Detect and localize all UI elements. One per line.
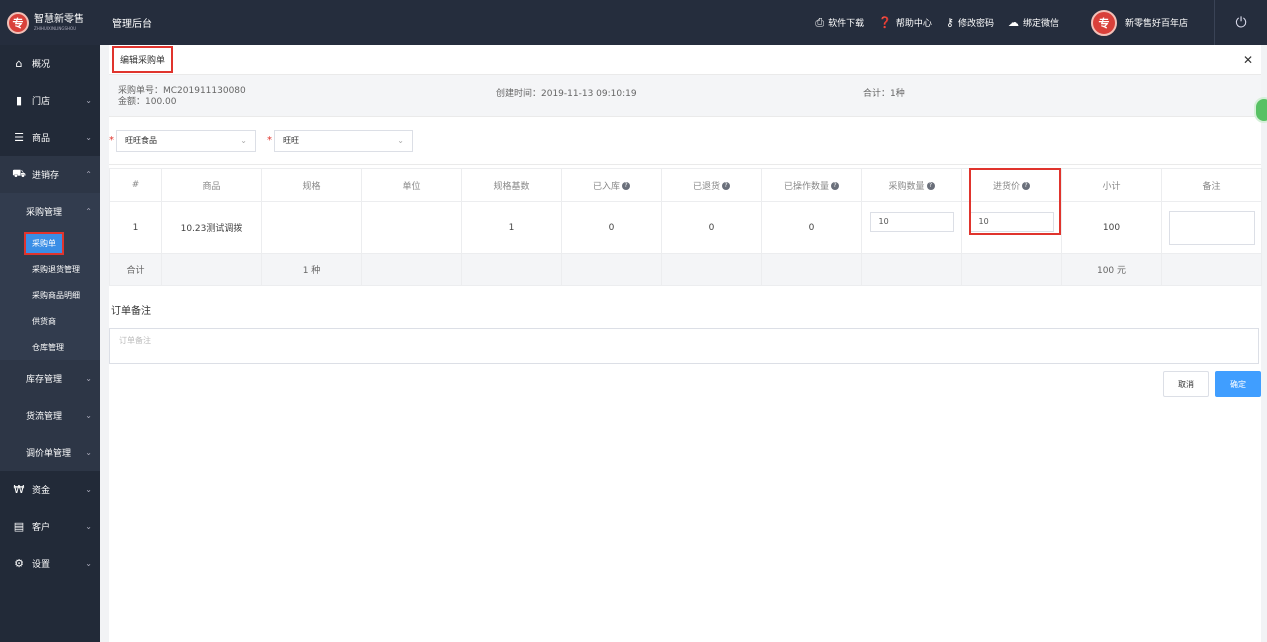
help-center-link[interactable]: ❓ 帮助中心 <box>878 16 932 29</box>
chevron-up-icon: ⌃ <box>85 207 92 216</box>
order-amount: 金额：100.00 <box>118 97 177 107</box>
cancel-button[interactable]: 取消 <box>1163 371 1209 397</box>
chevron-down-icon: ⌄ <box>85 448 92 457</box>
truck-icon: ⛟ <box>12 167 26 180</box>
store-switcher[interactable]: 专 新零售好百年店 <box>1090 9 1188 36</box>
bind-wechat-link[interactable]: ☁ 绑定微信 <box>1008 16 1059 29</box>
download-software-link[interactable]: ⎙ 软件下载 <box>815 16 864 30</box>
help-icon[interactable]: ? <box>926 182 935 190</box>
key-icon: ⚷ <box>945 16 954 29</box>
sidebar-leaf-supplier[interactable]: 供货商 <box>0 308 100 334</box>
brand-name: 智慧新零售 <box>34 13 84 25</box>
chevron-down-icon: ⌄ <box>85 96 92 105</box>
store-icon: ▮ <box>15 94 23 107</box>
form-actions: 取消 确定 <box>1163 371 1261 397</box>
won-icon: ₩ <box>13 483 25 496</box>
page-title: 编辑采购单 <box>112 46 174 73</box>
required-mark: * <box>109 135 114 146</box>
table-sum-row: 合计 1 种 100 元 <box>109 253 1262 286</box>
col-index: # <box>109 168 162 202</box>
sidebar-leaf-purchase-detail[interactable]: 采购商品明细 <box>0 282 100 308</box>
col-spec: 规格 <box>261 168 362 202</box>
supplier-select[interactable]: 旺旺食品 ⌄ <box>116 129 256 152</box>
brand-sub: ZHIHUIXINLINGSHOU <box>34 25 77 31</box>
chevron-down-icon: ⌄ <box>85 559 92 568</box>
sidebar-leaf-warehouse[interactable]: 仓库管理 <box>0 334 100 360</box>
sidebar-item-overview[interactable]: ⌂ 概况 <box>0 45 100 82</box>
col-qty: 采购数量? <box>861 168 962 202</box>
sidebar-item-inventory[interactable]: ⛟ 进销存 ⌃ <box>0 156 100 193</box>
col-received: 已入库? <box>561 168 662 202</box>
chevron-down-icon: ⌄ <box>240 136 247 145</box>
created-time: 创建时间：2019-11-13 09:10:19 <box>496 89 637 99</box>
wechat-icon: ☁ <box>1007 16 1019 29</box>
store-name: 新零售好百年店 <box>1124 19 1188 29</box>
order-remark-input[interactable]: 订单备注 <box>109 328 1259 364</box>
brand-logo[interactable]: 专 智慧新零售 ZHIHUIXINLINGSHOU <box>0 0 100 45</box>
required-mark: * <box>267 135 272 146</box>
top-bar: 专 智慧新零售 ZHIHUIXINLINGSHOU 管理后台 ⎙ 软件下载 ❓ 帮助… <box>0 0 1267 45</box>
col-remark: 备注 <box>1161 168 1262 202</box>
purchase-qty-input[interactable]: 10 <box>869 211 954 232</box>
sidebar-sub-purchase[interactable]: 采购管理 ⌃ <box>0 193 100 230</box>
chevron-down-icon: ⌄ <box>85 485 92 494</box>
sidebar-leaf-purchase-return[interactable]: 采购退货管理 <box>0 256 100 282</box>
order-remark-label: 订单备注 <box>111 306 151 317</box>
table-header-row: # 商品 规格 单位 规格基数 已入库? 已退货? 已操作数量? 采购数量? 进… <box>109 168 1262 202</box>
gear-icon: ⚙ <box>14 557 24 570</box>
brand-select[interactable]: 旺旺 ⌄ <box>274 129 413 152</box>
sidebar-leaf-purchase-order[interactable]: 采购单 <box>0 230 100 256</box>
printer-icon: ⎙ <box>815 15 825 29</box>
sidebar-item-goods[interactable]: ☰ 商品 ⌄ <box>0 119 100 156</box>
chevron-up-icon: ⌃ <box>85 170 92 179</box>
sidebar-item-customer[interactable]: ▤ 客户 ⌄ <box>0 508 100 545</box>
item-remark-input[interactable] <box>1168 210 1255 245</box>
sidebar-item-store[interactable]: ▮ 门店 ⌄ <box>0 82 100 119</box>
store-avatar: 专 <box>1090 9 1117 36</box>
sidebar: ⌂ 概况 ▮ 门店 ⌄ ☰ 商品 ⌄ ⛟ 进销存 ⌃ 采购管理 ⌃ 采购单 采购退货管理 采购商… <box>0 45 100 642</box>
order-number: 采购单号：MC201911130080 <box>118 86 246 96</box>
power-icon: ⏻ <box>1235 14 1247 31</box>
highlight-price-box <box>969 168 1061 235</box>
chevron-down-icon: ⌄ <box>85 133 92 142</box>
sidebar-sub-logistics[interactable]: 货流管理 ⌄ <box>0 397 100 434</box>
close-icon: ✕ <box>1242 53 1253 67</box>
col-unit: 单位 <box>361 168 462 202</box>
order-info: 采购单号：MC201911130080 金额：100.00 创建时间：2019-… <box>109 75 1261 117</box>
purchase-items-table: # 商品 规格 单位 规格基数 已入库? 已退货? 已操作数量? 采购数量? 进… <box>109 168 1262 286</box>
floating-badge[interactable] <box>1254 97 1267 123</box>
logout-button[interactable]: ⏻ <box>1214 0 1267 45</box>
chevron-down-icon: ⌄ <box>85 522 92 531</box>
chevron-down-icon: ⌄ <box>397 136 404 145</box>
filter-row: * 旺旺食品 ⌄ * 旺旺 ⌄ <box>109 117 1261 165</box>
id-card-icon: ▤ <box>13 520 25 533</box>
col-base: 规格基数 <box>461 168 562 202</box>
help-icon[interactable]: ? <box>722 182 730 190</box>
sidebar-sub-stock[interactable]: 库存管理 ⌄ <box>0 360 100 397</box>
change-password-link[interactable]: ⚷ 修改密码 <box>946 16 994 29</box>
page-header: 编辑采购单 ✕ <box>109 45 1261 75</box>
list-icon: ☰ <box>14 131 24 144</box>
col-operated: 已操作数量? <box>761 168 862 202</box>
col-product: 商品 <box>161 168 262 202</box>
admin-title: 管理后台 <box>112 19 152 30</box>
sidebar-item-settings[interactable]: ⚙ 设置 ⌄ <box>0 545 100 582</box>
sidebar-sub-price[interactable]: 调价单管理 ⌄ <box>0 434 100 471</box>
help-icon: ❓ <box>878 16 892 29</box>
confirm-button[interactable]: 确定 <box>1215 371 1261 397</box>
col-returned: 已退货? <box>661 168 762 202</box>
home-icon: ⌂ <box>15 57 23 70</box>
table-row: 1 10.23测试调拨 1 0 0 0 10 10 100 <box>109 201 1262 254</box>
sidebar-item-funds[interactable]: ₩ 资金 ⌄ <box>0 471 100 508</box>
chevron-down-icon: ⌄ <box>85 411 92 420</box>
total-kinds: 合计：1种 <box>863 89 905 99</box>
help-icon[interactable]: ? <box>622 182 630 190</box>
chevron-down-icon: ⌄ <box>85 374 92 383</box>
brand-logo-mark: 专 <box>7 11 29 34</box>
col-subtotal: 小计 <box>1061 168 1162 202</box>
help-icon[interactable]: ? <box>831 182 839 190</box>
main-panel: 编辑采购单 ✕ 采购单号：MC201911130080 金额：100.00 创建… <box>109 45 1262 642</box>
close-button[interactable]: ✕ <box>1243 53 1253 67</box>
